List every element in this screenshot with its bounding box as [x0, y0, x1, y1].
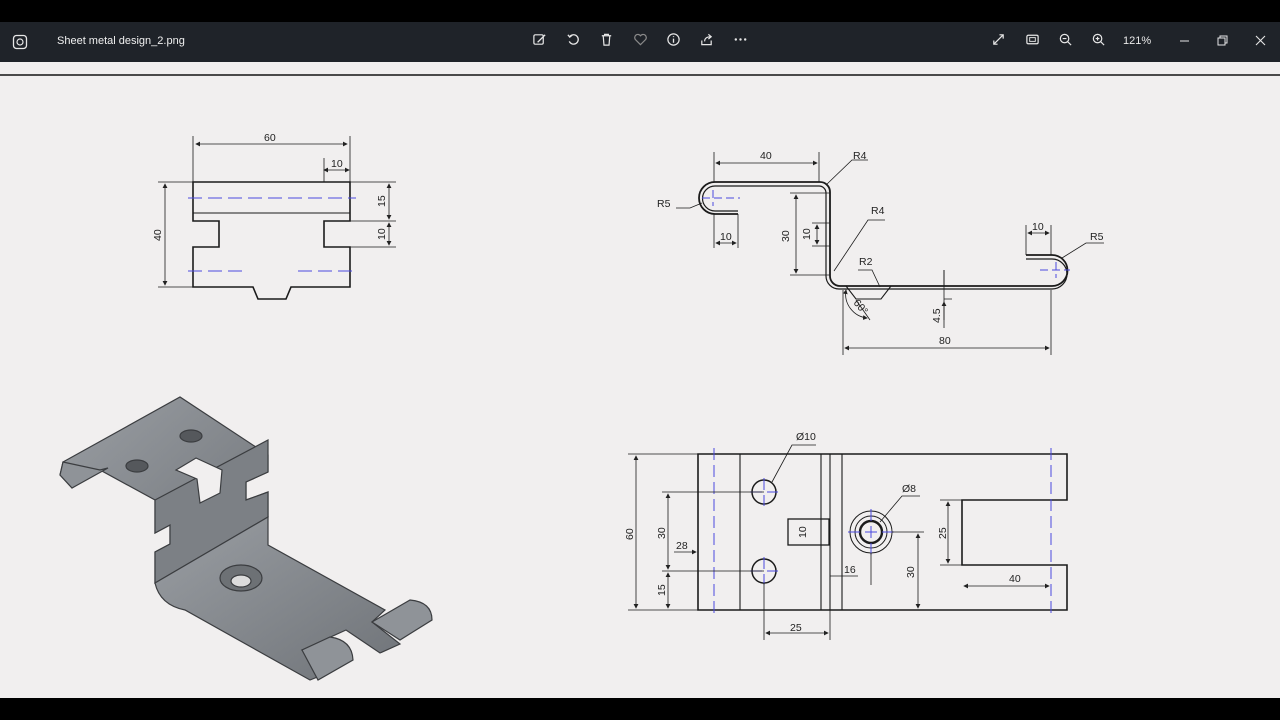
side-view-profile-inner	[701, 185, 1068, 290]
zoom-out-button[interactable]	[1053, 30, 1077, 54]
info-button[interactable]	[661, 30, 685, 54]
side-dim-80: 80	[939, 335, 951, 347]
more-icon	[733, 32, 748, 52]
share-button[interactable]	[694, 30, 718, 54]
side-view-profile-outer	[698, 181, 1069, 287]
side-view	[676, 152, 1104, 355]
side-dim-40: 40	[760, 150, 772, 162]
file-name: Sheet metal design_2.png	[57, 35, 185, 47]
fit-to-window-button[interactable]	[1020, 30, 1044, 54]
edit-image-button[interactable]	[527, 30, 551, 54]
top-dim-16: 16	[844, 564, 856, 576]
title-bar: Sheet metal design_2.png 121%	[0, 22, 1280, 62]
close-button[interactable]	[1248, 30, 1272, 54]
top-dim-30: 30	[656, 527, 668, 539]
side-dim-r4b: R4	[871, 205, 885, 217]
info-icon	[666, 32, 681, 52]
top-dim-10: 10	[797, 526, 809, 538]
fullscreen-icon	[991, 32, 1006, 52]
front-dim-40: 40	[152, 229, 164, 241]
front-dim-10b: 10	[376, 228, 388, 240]
restore-icon	[1217, 33, 1228, 51]
top-view	[628, 444, 1068, 640]
minimize-button[interactable]	[1172, 30, 1196, 54]
edit-image-icon	[532, 32, 547, 52]
side-dim-10c: 10	[1032, 221, 1044, 233]
zoom-in-button[interactable]	[1086, 30, 1110, 54]
minimize-icon	[1179, 33, 1190, 51]
iso-dimple-inner	[230, 574, 252, 588]
front-view	[158, 136, 396, 300]
rotate-button[interactable]	[561, 30, 585, 54]
side-dim-10a: 10	[720, 231, 732, 243]
top-dim-25b: 25	[937, 527, 949, 539]
fullscreen-button[interactable]	[986, 30, 1010, 54]
side-view-dimple	[845, 285, 892, 300]
delete-icon	[599, 32, 614, 52]
front-view-outline	[192, 181, 351, 300]
delete-button[interactable]	[594, 30, 618, 54]
zoom-level[interactable]: 121%	[1123, 35, 1151, 47]
side-dim-r4a: R4	[853, 150, 867, 162]
top-dim-28: 28	[676, 540, 688, 552]
sheet-metal-drawing: 60 10 15 10 40 40 R4 R5 10 30 10 R4 R2 6…	[59, 132, 1104, 681]
front-view-centerlines	[188, 197, 356, 272]
iso-hole-1	[125, 459, 149, 473]
side-dim-4-5: 4.5	[931, 308, 943, 323]
image-viewport[interactable]: 60 10 15 10 40 40 R4 R5 10 30 10 R4 R2 6…	[0, 62, 1280, 698]
top-view-centerlines	[713, 448, 1052, 616]
side-dim-r2: R2	[859, 256, 873, 268]
front-dim-60: 60	[264, 132, 276, 144]
top-dim-15: 15	[656, 584, 668, 596]
rotate-icon	[566, 32, 581, 52]
side-dim-r5b: R5	[1090, 231, 1104, 243]
isometric-view	[59, 396, 433, 681]
more-button[interactable]	[728, 30, 752, 54]
zoom-out-icon	[1058, 32, 1073, 52]
close-icon	[1255, 33, 1266, 51]
side-view-centerlines	[702, 190, 1070, 278]
top-dim-30b: 30	[905, 566, 917, 578]
front-dim-10: 10	[331, 158, 343, 170]
top-dim-phi8: Ø8	[902, 483, 916, 495]
restore-button[interactable]	[1210, 30, 1234, 54]
favorite-icon	[633, 32, 648, 52]
top-dim-40: 40	[1009, 573, 1021, 585]
top-dim-phi10: Ø10	[796, 431, 816, 443]
side-dim-r5a: R5	[657, 198, 671, 210]
zoom-in-icon	[1091, 32, 1106, 52]
top-dim-60: 60	[624, 528, 636, 540]
side-dim-30: 30	[780, 230, 792, 242]
share-icon	[699, 32, 714, 52]
fit-icon	[1025, 32, 1040, 52]
top-dim-25: 25	[790, 622, 802, 634]
favorite-button[interactable]	[628, 30, 652, 54]
photos-app-icon	[12, 34, 28, 50]
side-dim-angle: 60°	[851, 297, 870, 317]
iso-hole-2	[179, 429, 203, 443]
front-dim-15: 15	[376, 195, 388, 207]
top-view-bend-lines	[739, 454, 843, 610]
side-dim-10b: 10	[801, 228, 813, 240]
